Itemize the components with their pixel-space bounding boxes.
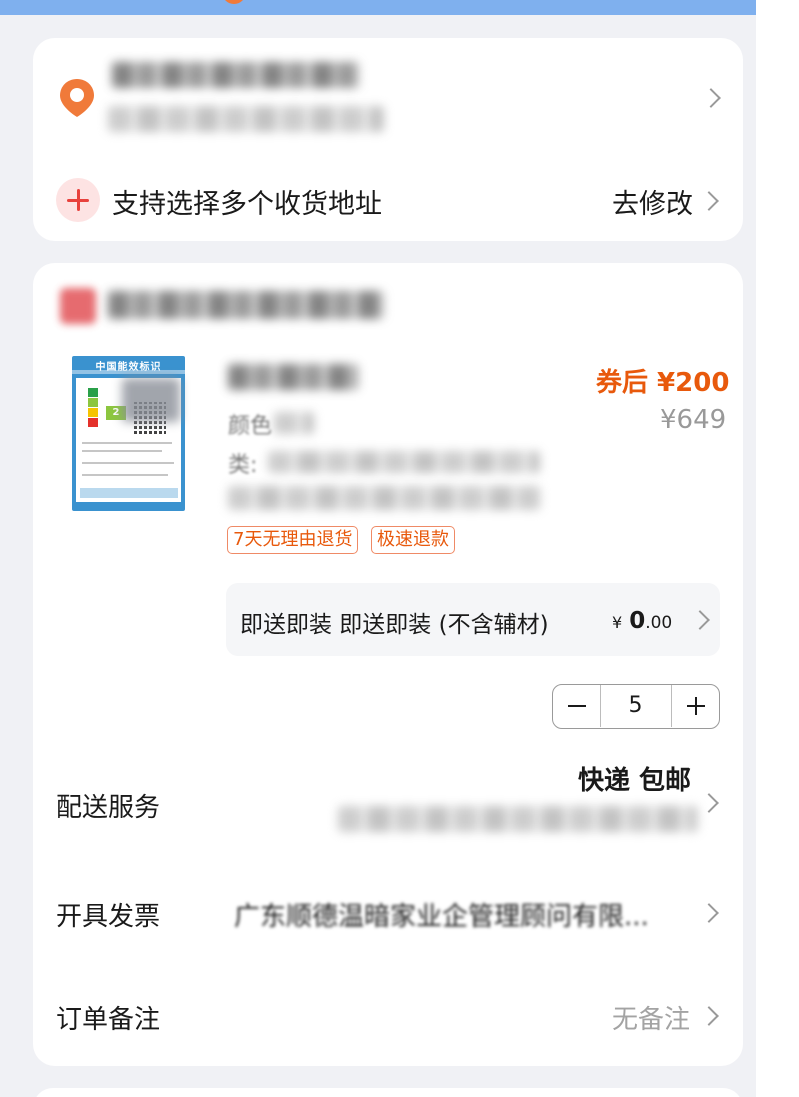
recipient-name-blurred — [112, 62, 360, 88]
price-after-coupon: 券后 ¥200 — [596, 368, 730, 398]
install-service-name: 即送即装 即送即装 (不含辅材) — [240, 612, 549, 638]
spec-color: 颜色 — [228, 414, 273, 439]
order-note-value[interactable]: 无备注 — [612, 999, 690, 1036]
increase-quantity-button[interactable] — [671, 685, 719, 727]
quantity-stepper[interactable]: 5 — [552, 684, 720, 729]
edit-address-button[interactable]: 去修改 — [612, 182, 693, 221]
product-image-blur-patch — [122, 378, 180, 422]
product-image[interactable]: 中国能效标识 2 — [57, 348, 210, 514]
spec-extra-blurred — [228, 486, 540, 510]
delivery-detail-blurred — [338, 806, 698, 832]
return-policy-badge: 7天无理由退货 — [227, 526, 359, 554]
original-price: ¥649 — [660, 405, 727, 435]
quantity-value[interactable]: 5 — [601, 685, 670, 727]
header-badge-dot — [222, 0, 246, 4]
next-card — [33, 1088, 743, 1097]
recipient-address-blurred — [108, 106, 384, 132]
order-note-label[interactable]: 订单备注 — [56, 999, 160, 1036]
product-title-blurred — [228, 364, 358, 390]
delivery-service-label[interactable]: 配送服务 — [56, 787, 160, 824]
shop-name-blurred — [108, 291, 384, 319]
page-edge — [756, 0, 799, 1097]
invoice-label[interactable]: 开具发票 — [56, 896, 160, 933]
install-service-price: ¥ 0.00 — [612, 608, 673, 634]
shop-logo-icon — [60, 288, 96, 324]
top-header-bar — [0, 0, 756, 15]
location-pin-icon — [60, 79, 94, 117]
decrease-quantity-button[interactable] — [553, 685, 601, 727]
spec-type: 类: — [228, 453, 258, 478]
invoice-value[interactable]: 广东顺德温暗家业企管理顾问有限... — [234, 896, 698, 933]
fast-refund-badge: 极速退款 — [371, 526, 455, 554]
delivery-service-value[interactable]: 快递 包邮 — [578, 760, 691, 797]
multi-address-label[interactable]: 支持选择多个收货地址 — [112, 182, 382, 221]
add-address-plus-icon[interactable] — [56, 178, 100, 222]
spec-type-blurred — [268, 451, 540, 473]
